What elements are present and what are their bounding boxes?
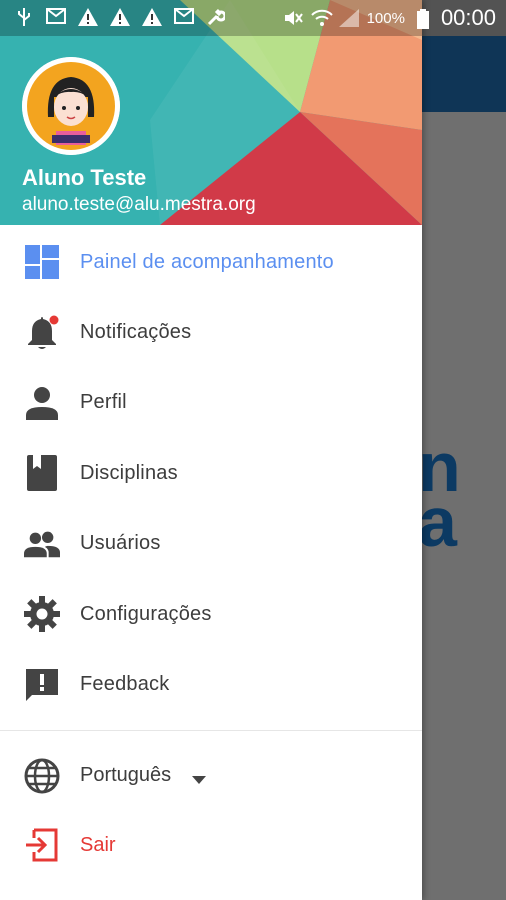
menu-label: Feedback — [80, 673, 170, 696]
user-name: Aluno Teste — [22, 165, 147, 190]
notification-icons — [14, 8, 227, 26]
logout-button[interactable]: Sair — [0, 818, 422, 874]
dashboard-icon — [24, 244, 60, 280]
navigation-drawer: Aluno Teste aluno.teste@alu.mestra.org P… — [0, 0, 422, 900]
book-icon — [24, 455, 60, 492]
menu-label: Disciplinas — [80, 461, 178, 484]
battery-percent: 100% — [366, 9, 405, 27]
user-email: aluno.teste@alu.mestra.org — [22, 194, 256, 215]
signal-icon — [338, 9, 359, 27]
menu-label: Configurações — [80, 602, 212, 625]
menu-item-profile[interactable]: Perfil — [0, 368, 422, 438]
menu-label: Painel de acompanhamento — [80, 250, 334, 273]
menu-label: Perfil — [80, 391, 127, 414]
menu-item-subjects[interactable]: Disciplinas — [0, 438, 422, 508]
gear-icon — [24, 596, 60, 633]
divider — [0, 730, 422, 731]
menu-label: Notificações — [80, 321, 192, 344]
warning-icon — [110, 8, 130, 26]
logout-icon — [24, 828, 60, 864]
menu-item-dashboard[interactable]: Painel de acompanhamento — [0, 227, 422, 297]
language-label: Português — [80, 764, 172, 786]
wrench-icon — [206, 8, 227, 26]
feedback-icon — [24, 667, 60, 703]
menu-item-feedback[interactable]: Feedback — [0, 649, 422, 719]
menu-item-notifications[interactable]: Notificações — [0, 297, 422, 367]
wifi-icon — [310, 9, 333, 27]
status-bar: 100% 00:00 — [0, 0, 506, 36]
clock: 00:00 — [440, 5, 496, 30]
caret-down-icon — [192, 771, 206, 789]
globe-icon — [24, 758, 60, 794]
bell-icon — [24, 315, 60, 351]
drawer-menu: Painel de acompanhamento Notificações Pe… — [0, 227, 422, 720]
warning-icon — [78, 8, 98, 26]
battery-icon — [413, 9, 433, 29]
mail-icon — [46, 8, 66, 26]
warning-icon — [142, 8, 162, 26]
menu-label: Usuários — [80, 532, 161, 555]
logout-label: Sair — [80, 834, 116, 856]
people-icon — [24, 526, 60, 562]
person-icon — [24, 385, 60, 421]
mail-icon — [174, 8, 194, 26]
usb-icon — [14, 8, 34, 26]
mute-icon — [283, 9, 303, 27]
status-right: 100% 00:00 — [283, 5, 496, 31]
avatar[interactable] — [22, 57, 120, 155]
app-logo-partial: na — [418, 428, 463, 561]
menu-item-settings[interactable]: Configurações — [0, 579, 422, 649]
language-selector[interactable]: Português — [0, 748, 422, 804]
menu-item-users[interactable]: Usuários — [0, 509, 422, 579]
